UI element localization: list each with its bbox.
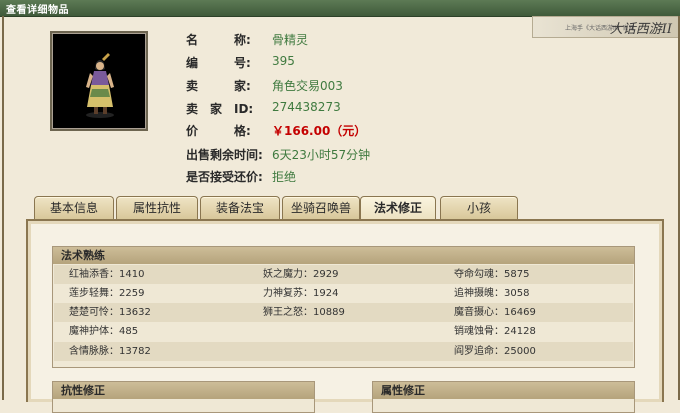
skills-section: 法术熟练 红袖添香：1410 妖之魔力：2929 夺命勾魂：5875 莲步轻舞：… <box>52 246 635 368</box>
resistance-mod-title: 抗性修正 <box>53 382 314 399</box>
skill-entry: 追神摄魄：3058 <box>454 288 530 299</box>
time-left-label: 出售剩余时间: <box>186 148 263 162</box>
item-name-label: 名 称: <box>186 33 251 47</box>
item-name-row: 名 称: 骨精灵 <box>186 31 308 49</box>
window-title: 查看详细物品 <box>6 5 69 16</box>
skill-entry: 销魂蚀骨：24128 <box>454 326 536 337</box>
item-id-value: 395 <box>272 54 295 68</box>
seller-row: 卖 家: 角色交易003 <box>186 77 343 95</box>
tab-spell-mods[interactable]: 法术修正 <box>360 196 436 220</box>
bargain-value: 拒绝 <box>272 170 297 184</box>
price-label: 价 格: <box>186 124 251 138</box>
item-portrait <box>50 31 148 131</box>
skill-entry: 妖之魔力：2929 <box>263 269 339 280</box>
skills-section-title: 法术熟练 <box>53 247 634 264</box>
resistance-mod-section: 抗性修正 <box>52 381 315 413</box>
window-titlebar: 查看详细物品 <box>0 0 680 17</box>
tab-bar: 基本信息 属性抗性 装备法宝 坐骑召唤兽 法术修正 小孩 <box>30 196 660 220</box>
character-sprite-icon <box>86 53 114 118</box>
seller-id-label: 卖 家 ID: <box>186 102 254 116</box>
skill-entry: 魔音摄心：16469 <box>454 307 536 318</box>
tab-children[interactable]: 小孩 <box>440 196 518 219</box>
skill-entry: 阎罗追命：25000 <box>454 346 536 357</box>
skill-entry: 楚楚可怜：13632 <box>69 307 151 318</box>
skill-row-bg <box>54 322 633 341</box>
skill-entry: 红袖添香：1410 <box>69 269 145 280</box>
skill-entry: 狮王之怒：10889 <box>263 307 345 318</box>
seller-value: 角色交易003 <box>272 79 343 93</box>
price-row: 价 格: ￥166.00（元） <box>186 122 366 140</box>
time-left-row: 出售剩余时间: 6天23小时57分钟 <box>186 146 370 164</box>
tab-content-panel: 法术熟练 红袖添香：1410 妖之魔力：2929 夺命勾魂：5875 莲步轻舞：… <box>26 219 664 413</box>
item-name-value: 骨精灵 <box>272 33 309 47</box>
bargain-label: 是否接受还价: <box>186 170 263 184</box>
attribute-mod-section: 属性修正 <box>372 381 635 413</box>
tab-equipment[interactable]: 装备法宝 <box>200 196 280 219</box>
attribute-mod-title: 属性修正 <box>373 382 634 399</box>
seller-label: 卖 家: <box>186 79 251 93</box>
time-left-value: 6天23小时57分钟 <box>272 148 371 162</box>
skill-entry: 莲步轻舞：2259 <box>69 288 145 299</box>
seller-id-row: 卖 家 ID: 274438273 <box>186 100 341 118</box>
tab-attributes[interactable]: 属性抗性 <box>116 196 198 219</box>
skill-entry: 含情脉脉：13782 <box>69 346 151 357</box>
item-id-row: 编 号: 395 <box>186 54 295 72</box>
item-id-label: 编 号: <box>186 56 251 70</box>
tab-mounts-pets[interactable]: 坐骑召唤兽 <box>282 196 360 219</box>
seller-id-value: 274438273 <box>272 100 341 114</box>
bargain-row: 是否接受还价: 拒绝 <box>186 168 296 186</box>
price-value: ￥166.00（元） <box>272 124 367 138</box>
skill-entry: 力神复苏：1924 <box>263 288 339 299</box>
skill-entry: 魔神护体：485 <box>69 326 139 337</box>
skill-entry: 夺命勾魂：5875 <box>454 269 530 280</box>
tab-basic-info[interactable]: 基本信息 <box>34 196 114 219</box>
